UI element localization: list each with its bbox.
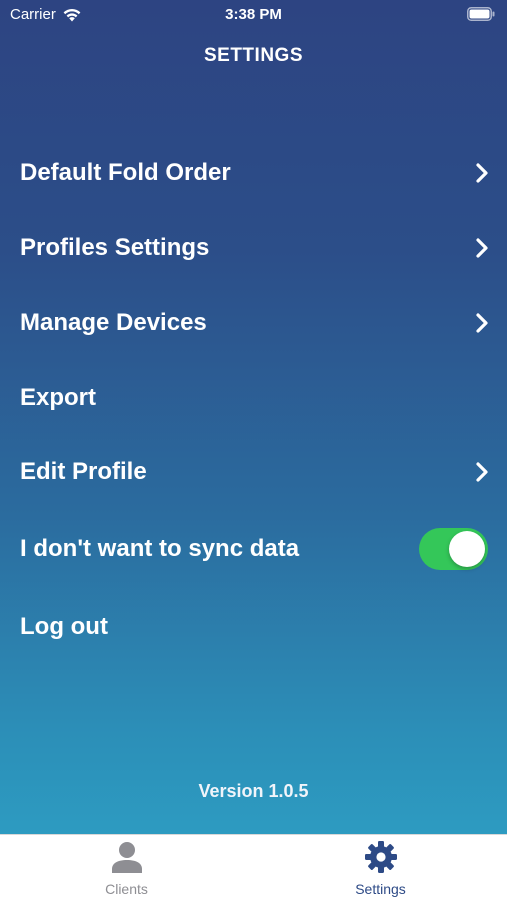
menu-item-edit-profile[interactable]: Edit Profile xyxy=(0,444,507,500)
sync-data-toggle[interactable] xyxy=(419,528,488,570)
page-title: SETTINGS xyxy=(203,45,303,66)
status-bar: Carrier 3:38 PM xyxy=(0,0,507,30)
menu-item-label: Manage Devices xyxy=(20,309,207,336)
tab-label: Settings xyxy=(355,881,406,897)
settings-background: Carrier 3:38 PM SETTINGS Default Fold Or… xyxy=(0,0,507,834)
menu-item-manage-devices[interactable]: Manage Devices xyxy=(0,295,507,351)
chevron-right-icon xyxy=(476,313,488,333)
tab-label: Clients xyxy=(105,881,148,897)
tab-bar: Clients Settings xyxy=(0,834,507,900)
gear-icon xyxy=(364,841,397,873)
version-label: Version 1.0.5 xyxy=(198,781,309,801)
menu-item-sync-data: I don't want to sync data xyxy=(0,521,507,577)
menu-item-export[interactable]: Export xyxy=(0,370,507,426)
menu-item-label: Export xyxy=(20,384,97,411)
menu-item-label: I don't want to sync data xyxy=(20,535,300,562)
person-icon xyxy=(111,842,142,873)
settings-screen: Carrier 3:38 PM SETTINGS Default Fold Or… xyxy=(0,0,507,900)
toggle-knob xyxy=(449,531,485,567)
menu-item-log-out[interactable]: Log out xyxy=(0,599,507,655)
chevron-right-icon xyxy=(476,238,488,258)
tab-clients[interactable]: Clients xyxy=(0,835,253,900)
menu-item-label: Log out xyxy=(20,613,108,640)
menu-item-profiles-settings[interactable]: Profiles Settings xyxy=(0,220,507,276)
chevron-right-icon xyxy=(476,462,488,482)
chevron-right-icon xyxy=(476,163,488,183)
menu-item-default-fold-order[interactable]: Default Fold Order xyxy=(0,145,507,201)
battery-icon xyxy=(467,7,495,21)
status-time: 3:38 PM xyxy=(225,6,282,23)
menu-item-label: Default Fold Order xyxy=(20,159,231,186)
menu-item-label: Profiles Settings xyxy=(20,234,210,261)
menu-item-label: Edit Profile xyxy=(20,458,147,485)
tab-settings[interactable]: Settings xyxy=(254,835,507,900)
